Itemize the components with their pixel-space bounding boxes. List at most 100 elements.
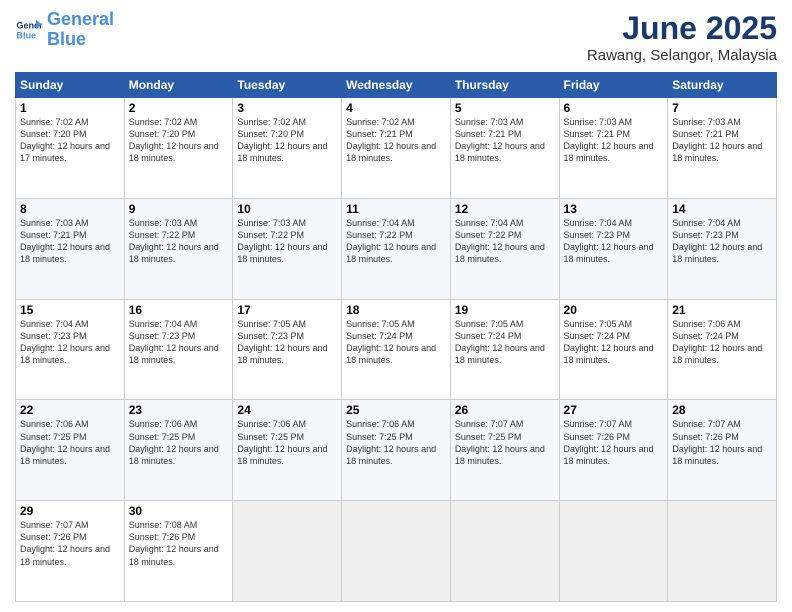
- day-number: 19: [455, 303, 555, 317]
- cell-info: Sunrise: 7:04 AM Sunset: 7:23 PM Dayligh…: [672, 217, 772, 266]
- calendar-week-row: 15 Sunrise: 7:04 AM Sunset: 7:23 PM Dayl…: [16, 299, 777, 400]
- day-number: 22: [20, 403, 120, 417]
- day-number: 20: [564, 303, 664, 317]
- table-row: 4 Sunrise: 7:02 AM Sunset: 7:21 PM Dayli…: [342, 98, 451, 199]
- cell-info: Sunrise: 7:07 AM Sunset: 7:26 PM Dayligh…: [20, 519, 120, 568]
- col-saturday: Saturday: [668, 73, 777, 98]
- cell-info: Sunrise: 7:04 AM Sunset: 7:22 PM Dayligh…: [455, 217, 555, 266]
- day-number: 21: [672, 303, 772, 317]
- table-row: [668, 501, 777, 602]
- day-number: 17: [237, 303, 337, 317]
- table-row: [342, 501, 451, 602]
- cell-info: Sunrise: 7:07 AM Sunset: 7:26 PM Dayligh…: [564, 418, 664, 467]
- cell-info: Sunrise: 7:04 AM Sunset: 7:23 PM Dayligh…: [129, 318, 229, 367]
- cell-info: Sunrise: 7:02 AM Sunset: 7:20 PM Dayligh…: [129, 116, 229, 165]
- day-number: 15: [20, 303, 120, 317]
- day-number: 1: [20, 101, 120, 115]
- calendar-week-row: 1 Sunrise: 7:02 AM Sunset: 7:20 PM Dayli…: [16, 98, 777, 199]
- table-row: 21 Sunrise: 7:06 AM Sunset: 7:24 PM Dayl…: [668, 299, 777, 400]
- page: General Blue General Blue June 2025 Rawa…: [0, 0, 792, 612]
- cell-info: Sunrise: 7:06 AM Sunset: 7:25 PM Dayligh…: [20, 418, 120, 467]
- cell-info: Sunrise: 7:02 AM Sunset: 7:20 PM Dayligh…: [237, 116, 337, 165]
- logo-text: General Blue: [47, 10, 114, 50]
- month-title: June 2025: [587, 10, 777, 47]
- table-row: 6 Sunrise: 7:03 AM Sunset: 7:21 PM Dayli…: [559, 98, 668, 199]
- day-number: 27: [564, 403, 664, 417]
- col-tuesday: Tuesday: [233, 73, 342, 98]
- day-number: 10: [237, 202, 337, 216]
- day-number: 11: [346, 202, 446, 216]
- table-row: 8 Sunrise: 7:03 AM Sunset: 7:21 PM Dayli…: [16, 198, 125, 299]
- table-row: 5 Sunrise: 7:03 AM Sunset: 7:21 PM Dayli…: [450, 98, 559, 199]
- table-row: 25 Sunrise: 7:06 AM Sunset: 7:25 PM Dayl…: [342, 400, 451, 501]
- day-number: 5: [455, 101, 555, 115]
- cell-info: Sunrise: 7:06 AM Sunset: 7:25 PM Dayligh…: [129, 418, 229, 467]
- col-wednesday: Wednesday: [342, 73, 451, 98]
- logo-general: General: [47, 9, 114, 29]
- col-monday: Monday: [124, 73, 233, 98]
- day-number: 30: [129, 504, 229, 518]
- day-number: 29: [20, 504, 120, 518]
- col-thursday: Thursday: [450, 73, 559, 98]
- calendar-week-row: 8 Sunrise: 7:03 AM Sunset: 7:21 PM Dayli…: [16, 198, 777, 299]
- day-number: 7: [672, 101, 772, 115]
- cell-info: Sunrise: 7:03 AM Sunset: 7:22 PM Dayligh…: [237, 217, 337, 266]
- cell-info: Sunrise: 7:07 AM Sunset: 7:26 PM Dayligh…: [672, 418, 772, 467]
- cell-info: Sunrise: 7:06 AM Sunset: 7:24 PM Dayligh…: [672, 318, 772, 367]
- table-row: 22 Sunrise: 7:06 AM Sunset: 7:25 PM Dayl…: [16, 400, 125, 501]
- cell-info: Sunrise: 7:06 AM Sunset: 7:25 PM Dayligh…: [346, 418, 446, 467]
- table-row: 10 Sunrise: 7:03 AM Sunset: 7:22 PM Dayl…: [233, 198, 342, 299]
- cell-info: Sunrise: 7:08 AM Sunset: 7:26 PM Dayligh…: [129, 519, 229, 568]
- table-row: 20 Sunrise: 7:05 AM Sunset: 7:24 PM Dayl…: [559, 299, 668, 400]
- table-row: 28 Sunrise: 7:07 AM Sunset: 7:26 PM Dayl…: [668, 400, 777, 501]
- table-row: 12 Sunrise: 7:04 AM Sunset: 7:22 PM Dayl…: [450, 198, 559, 299]
- header: General Blue General Blue June 2025 Rawa…: [15, 10, 777, 64]
- cell-info: Sunrise: 7:07 AM Sunset: 7:25 PM Dayligh…: [455, 418, 555, 467]
- table-row: 23 Sunrise: 7:06 AM Sunset: 7:25 PM Dayl…: [124, 400, 233, 501]
- table-row: 13 Sunrise: 7:04 AM Sunset: 7:23 PM Dayl…: [559, 198, 668, 299]
- table-row: [559, 501, 668, 602]
- day-number: 8: [20, 202, 120, 216]
- day-number: 14: [672, 202, 772, 216]
- cell-info: Sunrise: 7:05 AM Sunset: 7:24 PM Dayligh…: [346, 318, 446, 367]
- calendar-week-row: 22 Sunrise: 7:06 AM Sunset: 7:25 PM Dayl…: [16, 400, 777, 501]
- calendar-header-row: Sunday Monday Tuesday Wednesday Thursday…: [16, 73, 777, 98]
- table-row: 3 Sunrise: 7:02 AM Sunset: 7:20 PM Dayli…: [233, 98, 342, 199]
- day-number: 23: [129, 403, 229, 417]
- day-number: 16: [129, 303, 229, 317]
- table-row: 17 Sunrise: 7:05 AM Sunset: 7:23 PM Dayl…: [233, 299, 342, 400]
- day-number: 28: [672, 403, 772, 417]
- day-number: 12: [455, 202, 555, 216]
- title-area: June 2025 Rawang, Selangor, Malaysia: [587, 10, 777, 64]
- table-row: 1 Sunrise: 7:02 AM Sunset: 7:20 PM Dayli…: [16, 98, 125, 199]
- col-sunday: Sunday: [16, 73, 125, 98]
- day-number: 6: [564, 101, 664, 115]
- table-row: 30 Sunrise: 7:08 AM Sunset: 7:26 PM Dayl…: [124, 501, 233, 602]
- cell-info: Sunrise: 7:03 AM Sunset: 7:22 PM Dayligh…: [129, 217, 229, 266]
- table-row: 11 Sunrise: 7:04 AM Sunset: 7:22 PM Dayl…: [342, 198, 451, 299]
- table-row: 27 Sunrise: 7:07 AM Sunset: 7:26 PM Dayl…: [559, 400, 668, 501]
- day-number: 24: [237, 403, 337, 417]
- cell-info: Sunrise: 7:05 AM Sunset: 7:23 PM Dayligh…: [237, 318, 337, 367]
- logo-blue: Blue: [47, 29, 86, 49]
- day-number: 2: [129, 101, 229, 115]
- day-number: 13: [564, 202, 664, 216]
- logo-icon: General Blue: [15, 16, 43, 44]
- day-number: 25: [346, 403, 446, 417]
- table-row: 15 Sunrise: 7:04 AM Sunset: 7:23 PM Dayl…: [16, 299, 125, 400]
- cell-info: Sunrise: 7:02 AM Sunset: 7:20 PM Dayligh…: [20, 116, 120, 165]
- logo-area: General Blue General Blue: [15, 10, 114, 50]
- table-row: 26 Sunrise: 7:07 AM Sunset: 7:25 PM Dayl…: [450, 400, 559, 501]
- cell-info: Sunrise: 7:05 AM Sunset: 7:24 PM Dayligh…: [564, 318, 664, 367]
- cell-info: Sunrise: 7:04 AM Sunset: 7:23 PM Dayligh…: [20, 318, 120, 367]
- table-row: 14 Sunrise: 7:04 AM Sunset: 7:23 PM Dayl…: [668, 198, 777, 299]
- table-row: 7 Sunrise: 7:03 AM Sunset: 7:21 PM Dayli…: [668, 98, 777, 199]
- cell-info: Sunrise: 7:03 AM Sunset: 7:21 PM Dayligh…: [455, 116, 555, 165]
- table-row: 9 Sunrise: 7:03 AM Sunset: 7:22 PM Dayli…: [124, 198, 233, 299]
- table-row: 29 Sunrise: 7:07 AM Sunset: 7:26 PM Dayl…: [16, 501, 125, 602]
- day-number: 9: [129, 202, 229, 216]
- cell-info: Sunrise: 7:06 AM Sunset: 7:25 PM Dayligh…: [237, 418, 337, 467]
- cell-info: Sunrise: 7:04 AM Sunset: 7:23 PM Dayligh…: [564, 217, 664, 266]
- calendar-table: Sunday Monday Tuesday Wednesday Thursday…: [15, 72, 777, 602]
- table-row: 2 Sunrise: 7:02 AM Sunset: 7:20 PM Dayli…: [124, 98, 233, 199]
